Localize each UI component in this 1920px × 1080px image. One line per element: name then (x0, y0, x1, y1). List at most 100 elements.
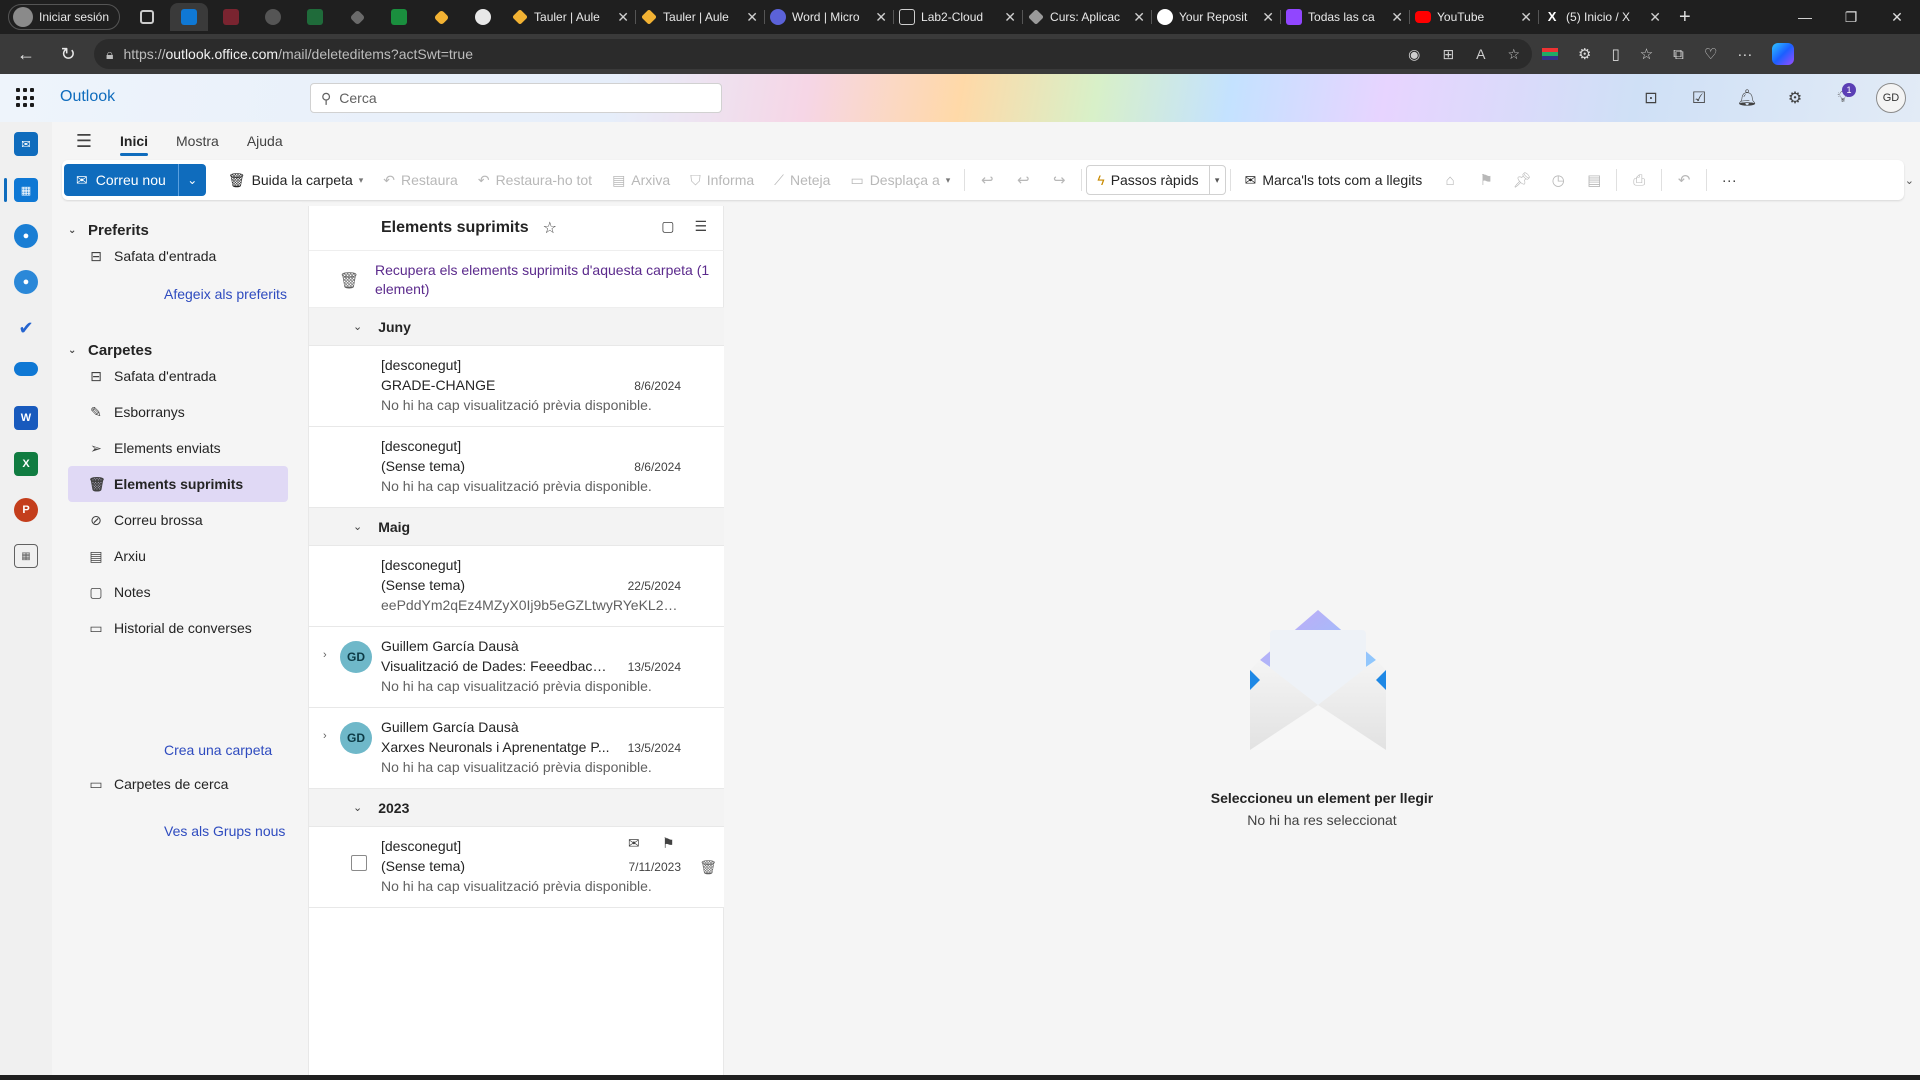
trash-icon[interactable]: 🗑︎ (699, 859, 717, 876)
tab-view[interactable]: Mostra (162, 122, 233, 160)
folder-item-drafts[interactable]: ✎ Esborranys (68, 394, 288, 430)
avatar[interactable]: GD (1876, 83, 1906, 113)
close-icon[interactable]: ✕ (617, 9, 629, 26)
pinned-tab-3[interactable] (254, 3, 292, 31)
search-folders-item[interactable]: ▭ Carpetes de cerca (68, 766, 288, 802)
expand-conversation-icon[interactable]: › (323, 730, 327, 742)
onedrive-icon[interactable] (14, 362, 38, 376)
list-item[interactable]: [desconegut] ✉ ⚑ (Sense tema) 7/11/2023 … (309, 827, 725, 908)
recover-items-link[interactable]: 🗑︎ Recupera els elements suprimits d'aqu… (309, 250, 725, 308)
address-bar[interactable]: 🔒︎ https://outlook.office.com/mail/delet… (94, 39, 1532, 69)
select-icon[interactable]: ▢ (661, 218, 674, 235)
copilot-icon[interactable] (1772, 43, 1795, 65)
collections-icon[interactable]: ⧉ (1673, 46, 1684, 63)
pinned-tab-4[interactable] (296, 3, 334, 31)
hamburger-menu-icon[interactable]: ☰ (62, 131, 106, 152)
restore-icon[interactable]: ❐ (1828, 0, 1874, 34)
group-header-2023[interactable]: ⌄ 2023 (309, 789, 725, 827)
extension-flag-icon[interactable] (1542, 48, 1558, 60)
create-folder-link[interactable]: Crea una carpeta (164, 742, 272, 758)
undo-icon[interactable]: ↶ (1666, 164, 1702, 196)
ribbon-expand-icon[interactable]: ⌄ (1905, 174, 1914, 187)
list-item[interactable]: [desconegut] (Sense tema) 22/5/2024 eePd… (309, 546, 725, 627)
flag-icon[interactable]: ⚑ (1468, 164, 1504, 196)
more-options-icon[interactable]: ··· (1711, 164, 1747, 196)
profile-button[interactable]: Iniciar sesión (8, 4, 121, 30)
folder-item-inbox[interactable]: ⊟ Safata d'entrada (68, 358, 288, 394)
more-icon[interactable]: ··· (1737, 46, 1752, 63)
browser-tab[interactable]: Word | Micro ✕ (764, 3, 893, 31)
browser-tab[interactable]: YouTube ✕ (1409, 3, 1538, 31)
favorites-header[interactable]: ⌄ Preferits (68, 222, 149, 239)
chevron-down-icon[interactable]: ▾ (1208, 166, 1225, 194)
folder-item-junk[interactable]: ⊘ Correu brossa (68, 502, 288, 538)
bell-icon[interactable]: 🔔︎ (1732, 83, 1762, 113)
sweep-button[interactable]: ⟋ Neteja (764, 164, 840, 196)
my-day-icon[interactable]: ☑ (1684, 83, 1714, 113)
pinned-tab-8[interactable] (464, 3, 502, 31)
close-icon[interactable]: ✕ (1133, 9, 1145, 26)
gear-icon[interactable]: ⚙ (1780, 83, 1810, 113)
forward-icon[interactable]: ↪ (1041, 164, 1077, 196)
word-icon[interactable]: W (14, 406, 38, 430)
group-header-june[interactable]: ⌄ Juny (309, 308, 725, 346)
browser-tab[interactable]: Tauler | Aule ✕ (635, 3, 764, 31)
app-launcher-icon[interactable] (16, 88, 36, 108)
reply-icon[interactable]: ↩ (969, 164, 1005, 196)
list-item[interactable]: › GD Guillem García Dausà Visualització … (309, 627, 725, 708)
folder-item-archive[interactable]: ▤ Arxiu (68, 538, 288, 574)
mail-icon[interactable]: ✉ (14, 132, 38, 156)
excel-icon[interactable]: X (14, 452, 38, 476)
empty-folder-button[interactable]: 🗑︎ Buida la carpeta ▾ (218, 164, 374, 196)
favorites-icon[interactable]: ☆ (1640, 45, 1653, 63)
favorite-item-inbox[interactable]: ⊟ Safata d'entrada (68, 238, 288, 274)
rules-icon[interactable]: ▤ (1576, 164, 1612, 196)
close-icon[interactable]: ✕ (746, 9, 758, 26)
close-icon[interactable]: ✕ (1520, 9, 1532, 26)
folder-item-deleted[interactable]: 🗑︎ Elements suprimits (68, 466, 288, 502)
more-apps-icon[interactable]: ▦ (14, 544, 38, 568)
pinned-tab-7[interactable] (422, 3, 460, 31)
report-button[interactable]: ⛉ Informa (680, 164, 764, 196)
pinned-tab-2[interactable] (212, 3, 250, 31)
new-tab-button[interactable]: + (1667, 6, 1703, 29)
add-favorite-link[interactable]: Afegeix als preferits (164, 286, 287, 302)
star-icon[interactable]: ☆ (543, 218, 557, 238)
new-mail-button[interactable]: ✉ Correu nou (64, 164, 178, 196)
browser-tab[interactable]: Your Reposit ✕ (1151, 3, 1280, 31)
reply-all-icon[interactable]: ↩ (1005, 164, 1041, 196)
folder-item-notes[interactable]: ▢ Notes (68, 574, 288, 610)
teams-icon[interactable]: ⊡ (1636, 83, 1666, 113)
calendar-icon[interactable]: ▦ (14, 178, 38, 202)
todo-icon[interactable]: ✔ (14, 316, 38, 340)
close-icon[interactable]: ✕ (1649, 9, 1661, 26)
search-input[interactable]: ⚲ Cerca (310, 83, 722, 113)
browser-tab[interactable]: X (5) Inicio / X ✕ (1538, 3, 1667, 31)
tips-icon[interactable]: 💡︎ 1 (1828, 83, 1858, 113)
folders-header[interactable]: ⌄ Carpetes (68, 342, 152, 359)
pinned-tab-outlook[interactable] (170, 3, 209, 31)
powerpoint-icon[interactable]: P (14, 498, 38, 522)
tab-help[interactable]: Ajuda (233, 122, 297, 160)
filter-icon[interactable]: ☰ (694, 218, 707, 235)
group-header-may[interactable]: ⌄ Maig (309, 508, 725, 546)
new-groups-link[interactable]: Ves als Grups nous (164, 823, 285, 839)
print-icon[interactable]: ⎙ (1621, 164, 1657, 196)
browser-tab[interactable]: Lab2-Cloud ✕ (893, 3, 1022, 31)
message-checkbox[interactable] (351, 855, 367, 871)
performance-icon[interactable]: ♡ (1704, 45, 1717, 63)
new-mail-dropdown[interactable]: ⌄ (177, 164, 206, 196)
list-item[interactable]: › GD Guillem García Dausà Xarxes Neurona… (309, 708, 725, 789)
groups-icon[interactable]: ● (14, 270, 38, 294)
split-screen-icon[interactable]: ▯ (1611, 45, 1619, 63)
archive-button[interactable]: ▤ Arxiva (602, 164, 680, 196)
people-icon[interactable]: ● (14, 224, 38, 248)
browser-tab[interactable]: Todas las ca ✕ (1280, 3, 1409, 31)
back-icon[interactable]: ← (10, 38, 42, 70)
refresh-icon[interactable]: ↻ (52, 38, 84, 70)
pinned-tab-5[interactable] (338, 3, 376, 31)
quick-steps-button[interactable]: ϟ Passos ràpids ▾ (1086, 165, 1226, 195)
close-icon[interactable]: ✕ (1004, 9, 1016, 26)
browser-tab[interactable]: Curs: Aplicac ✕ (1022, 3, 1151, 31)
app-install-icon[interactable]: ⊞ (1442, 46, 1454, 63)
